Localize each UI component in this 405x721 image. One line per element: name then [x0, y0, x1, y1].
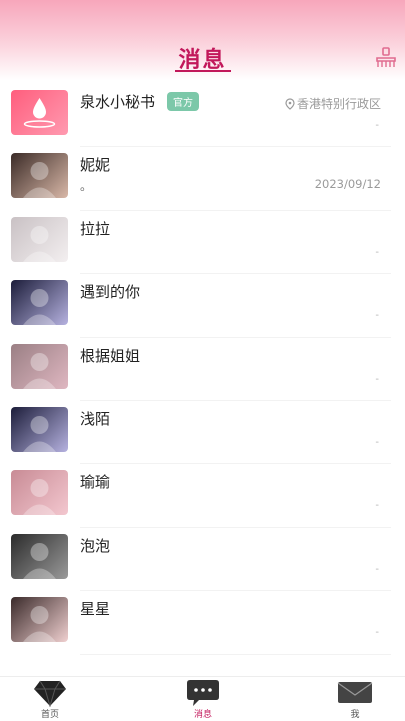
avatar[interactable] — [11, 153, 68, 199]
conversation-name: 瑜瑜 — [80, 473, 111, 492]
conversation-item[interactable]: 拉拉 - — [0, 211, 405, 275]
conversation-item[interactable]: 遇到的你 - — [0, 274, 405, 338]
conversation-name: 拉拉 — [80, 219, 111, 238]
person-silhouette-icon — [23, 225, 56, 262]
conversation-name: 泡泡 — [80, 536, 111, 555]
message-tick: - — [375, 627, 379, 639]
conversation-item[interactable]: 根据姐姐 - — [0, 338, 405, 401]
tab-me-label: 我 — [350, 710, 360, 720]
message-tick: - — [375, 310, 379, 322]
avatar[interactable] — [11, 216, 68, 262]
conversation-name: 泉水小秘书 — [80, 93, 156, 111]
conversation-name: 星星 — [80, 600, 111, 619]
row-divider — [80, 653, 391, 655]
diamond-icon — [34, 680, 66, 707]
tab-me[interactable]: 我 — [315, 677, 395, 721]
conversation-name: 根据姐姐 — [80, 346, 141, 365]
person-silhouette-icon — [23, 415, 56, 452]
envelope-icon — [337, 682, 373, 703]
conversation-name: 妮妮 — [80, 156, 111, 175]
conversation-name: 浅陌 — [80, 409, 111, 428]
clear-messages-button[interactable] — [374, 46, 398, 70]
tab-home[interactable]: 首页 — [10, 677, 90, 721]
person-silhouette-icon — [23, 606, 56, 643]
tab-bar: 首页 消息 我 — [0, 676, 405, 721]
official-badge: 官方 — [167, 92, 199, 111]
avatar[interactable] — [11, 280, 68, 326]
person-silhouette-icon — [23, 289, 56, 326]
avatar[interactable] — [11, 533, 68, 579]
header: 消息 — [0, 0, 405, 80]
message-preview: 。 — [80, 179, 93, 194]
message-tick: - — [375, 120, 379, 131]
chat-bubble-icon — [187, 680, 219, 706]
location-pin-icon — [285, 98, 295, 110]
avatar[interactable] — [11, 470, 68, 516]
person-silhouette-icon — [23, 352, 56, 389]
tab-home-label: 首页 — [40, 710, 59, 720]
conversation-item[interactable]: 瑜瑜 - — [0, 464, 405, 528]
message-tick: - — [375, 500, 379, 512]
conversation-item[interactable]: 浅陌 - — [0, 401, 405, 465]
conversation-item[interactable]: 泡泡 - — [0, 528, 405, 592]
conversation-name: 遇到的你 — [80, 283, 141, 302]
title-underline — [175, 70, 231, 72]
tab-messages-label: 消息 — [193, 710, 212, 720]
message-tick: - — [375, 246, 379, 258]
person-silhouette-icon — [23, 542, 56, 579]
message-tick: - — [375, 436, 379, 448]
avatar[interactable] — [11, 406, 68, 452]
conversation-list: 泉水小秘书 官方 香港特别行政区 - 妮妮。 2023/09/12 拉拉 - 遇到的你 - 根据姐姐… — [0, 84, 405, 655]
avatar[interactable] — [11, 90, 68, 135]
location-label: 香港特别行政区 — [285, 95, 381, 112]
conversation-item[interactable]: 妮妮。 2023/09/12 — [0, 147, 405, 211]
conversation-item[interactable]: 星星 - — [0, 591, 405, 655]
broom-icon — [376, 47, 396, 67]
location-text: 香港特别行政区 — [296, 97, 381, 111]
avatar[interactable] — [11, 597, 68, 643]
message-tick: - — [375, 373, 379, 385]
message-time: 2023/09/12 — [314, 177, 381, 192]
person-silhouette-icon — [23, 479, 56, 516]
tab-messages[interactable]: 消息 — [163, 677, 243, 721]
conversation-item[interactable]: 泉水小秘书 官方 香港特别行政区 - — [0, 84, 405, 148]
message-tick: - — [375, 563, 379, 575]
person-silhouette-icon — [23, 162, 56, 199]
water-drop-icon — [23, 98, 56, 128]
avatar[interactable] — [11, 343, 68, 389]
